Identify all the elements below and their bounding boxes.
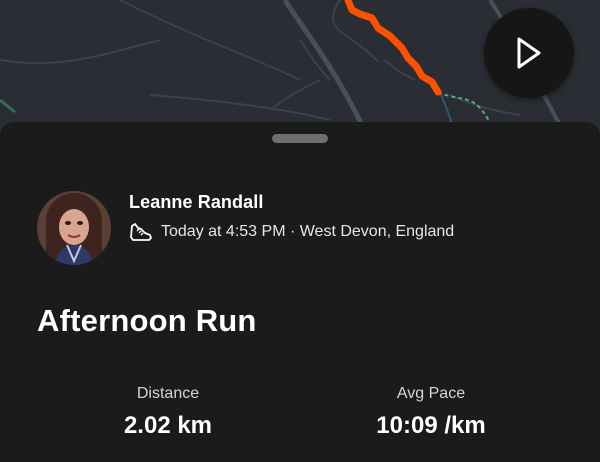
avatar-image [37, 191, 111, 265]
date-location: Today at 4:53 PM · West Devon, England [161, 223, 455, 240]
drag-handle[interactable] [272, 134, 328, 143]
stat-distance: Distance 2.02 km [68, 385, 268, 440]
avatar[interactable] [37, 191, 111, 265]
activity-meta: Today at 4:53 PM · West Devon, England [129, 221, 454, 243]
play-icon [517, 37, 541, 69]
activity-title: Afternoon Run [37, 303, 257, 338]
stat-value: 10:09 /km [376, 412, 486, 439]
play-button[interactable] [484, 8, 574, 98]
athlete-name[interactable]: Leanne Randall [129, 192, 263, 213]
stat-avg-pace: Avg Pace 10:09 /km [331, 385, 531, 440]
stat-label: Avg Pace [396, 385, 466, 402]
running-shoe-icon [130, 223, 152, 241]
stat-value: 2.02 km [123, 412, 213, 439]
stat-label: Distance [136, 385, 200, 402]
activity-sheet: Leanne Randall Today at 4:53 PM · West D… [0, 122, 600, 462]
